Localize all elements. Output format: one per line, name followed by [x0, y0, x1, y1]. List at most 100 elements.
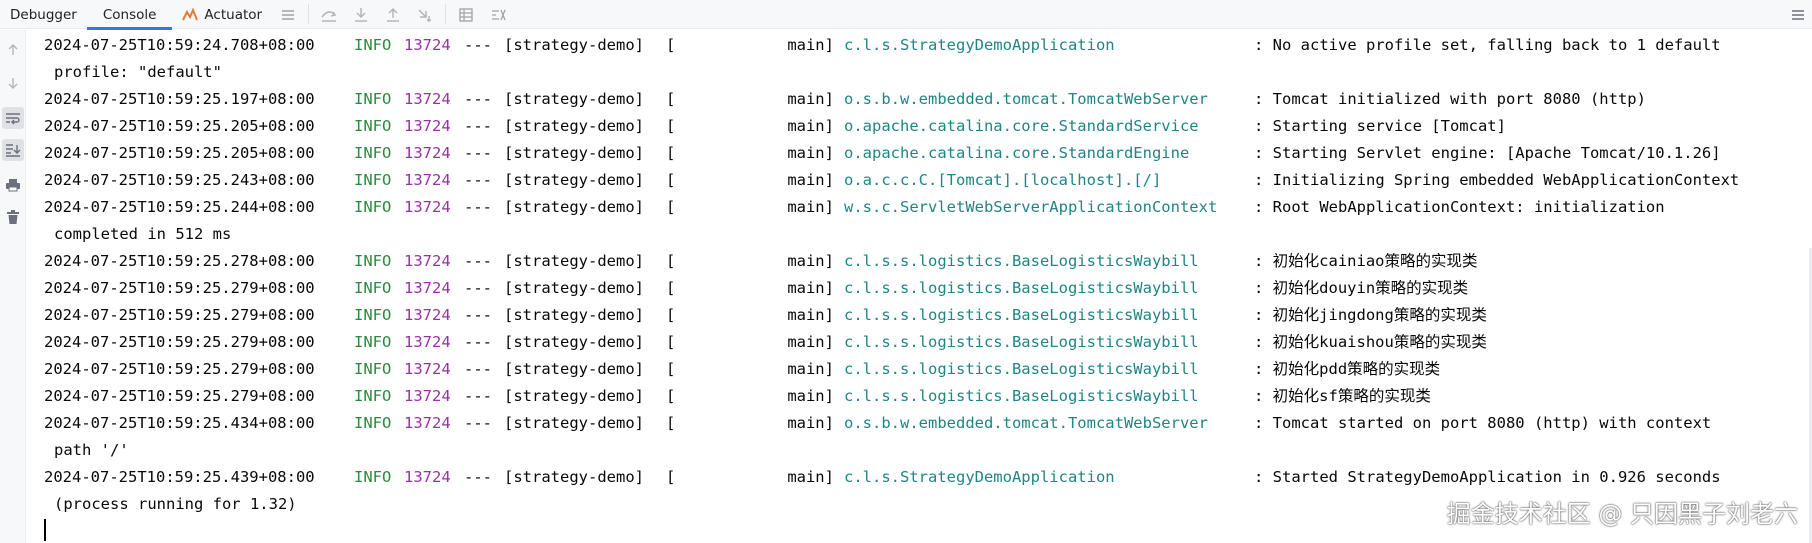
tab-debugger[interactable]: Debugger	[0, 0, 87, 29]
tab-label: Actuator	[204, 6, 263, 23]
log-thread: [ main]	[666, 90, 834, 108]
log-timestamp: 2024-07-25T10:59:25.243+08:00	[44, 171, 315, 189]
menu-icon[interactable]	[272, 0, 304, 29]
log-level: INFO	[354, 279, 392, 297]
log-app-name: [strategy-demo]	[504, 279, 644, 297]
log-app-name: [strategy-demo]	[504, 144, 644, 162]
log-line: 2024-07-25T10:59:24.708+08:00 INFO 13724 --…	[32, 32, 1792, 59]
log-app-name: [strategy-demo]	[504, 198, 644, 216]
log-level: INFO	[354, 360, 392, 378]
log-message: : Starting Servlet engine: [Apache Tomca…	[1254, 144, 1721, 162]
log-separator: ---	[464, 36, 492, 54]
log-pid: 13724	[404, 90, 451, 108]
step-out-icon[interactable]	[377, 0, 409, 29]
actuator-icon	[182, 6, 199, 23]
log-logger: c.l.s.s.logistics.BaseLogisticsWaybill	[844, 333, 1199, 351]
log-message: : Starting service [Tomcat]	[1254, 117, 1506, 135]
log-line-continuation: profile: "default"	[32, 59, 1792, 86]
log-separator: ---	[464, 279, 492, 297]
log-timestamp: 2024-07-25T10:59:25.244+08:00	[44, 198, 315, 216]
log-pid: 13724	[404, 36, 451, 54]
console-side-toolbar	[0, 30, 26, 543]
log-logger: o.apache.catalina.core.StandardService	[844, 117, 1199, 135]
log-pid: 13724	[404, 252, 451, 270]
soft-wrap-icon[interactable]	[2, 107, 24, 129]
log-pid: 13724	[404, 117, 451, 135]
log-separator: ---	[464, 468, 492, 486]
log-timestamp: 2024-07-25T10:59:25.279+08:00	[44, 279, 315, 297]
log-app-name: [strategy-demo]	[504, 306, 644, 324]
log-level: INFO	[354, 333, 392, 351]
log-separator: ---	[464, 144, 492, 162]
log-message: : 初始化jingdong策略的实现类	[1254, 306, 1487, 324]
log-logger: c.l.s.s.logistics.BaseLogisticsWaybill	[844, 387, 1199, 405]
log-app-name: [strategy-demo]	[504, 171, 644, 189]
down-arrow-icon[interactable]	[2, 72, 24, 94]
log-app-name: [strategy-demo]	[504, 90, 644, 108]
log-message: : Tomcat initialized with port 8080 (htt…	[1254, 90, 1646, 108]
log-timestamp: 2024-07-25T10:59:25.279+08:00	[44, 306, 315, 324]
log-level: INFO	[354, 468, 392, 486]
log-message-wrap: profile: "default"	[54, 63, 222, 81]
log-app-name: [strategy-demo]	[504, 333, 644, 351]
log-separator: ---	[464, 90, 492, 108]
log-timestamp: 2024-07-25T10:59:25.279+08:00	[44, 387, 315, 405]
log-app-name: [strategy-demo]	[504, 360, 644, 378]
trash-icon[interactable]	[2, 206, 24, 228]
log-line: 2024-07-25T10:59:25.279+08:00 INFO 13724 --…	[32, 302, 1792, 329]
log-pid: 13724	[404, 414, 451, 432]
log-message: : 初始化cainiao策略的实现类	[1254, 252, 1478, 270]
log-timestamp: 2024-07-25T10:59:25.279+08:00	[44, 360, 315, 378]
run-to-cursor-icon[interactable]	[409, 0, 441, 29]
log-separator: ---	[464, 306, 492, 324]
table-icon[interactable]	[450, 0, 482, 29]
step-into-icon[interactable]	[345, 0, 377, 29]
hide-window-icon[interactable]	[1786, 0, 1810, 29]
log-thread: [ main]	[666, 252, 834, 270]
log-thread: [ main]	[666, 333, 834, 351]
log-level: INFO	[354, 252, 392, 270]
tab-actuator[interactable]: Actuator	[172, 0, 272, 29]
up-arrow-icon[interactable]	[2, 39, 24, 61]
log-level: INFO	[354, 414, 392, 432]
log-pid: 13724	[404, 198, 451, 216]
log-level: INFO	[354, 36, 392, 54]
log-separator: ---	[464, 171, 492, 189]
log-line: 2024-07-25T10:59:25.205+08:00 INFO 13724 --…	[32, 140, 1792, 167]
toolbar-divider	[308, 4, 310, 24]
log-pid: 13724	[404, 468, 451, 486]
evaluate-icon[interactable]	[482, 0, 514, 29]
log-timestamp: 2024-07-25T10:59:24.708+08:00	[44, 36, 315, 54]
log-line: 2024-07-25T10:59:25.243+08:00 INFO 13724 --…	[32, 167, 1792, 194]
log-message-wrap: path '/'	[54, 441, 129, 459]
tab-console[interactable]: Console	[86, 0, 173, 30]
log-thread: [ main]	[666, 144, 834, 162]
scroll-to-end-icon[interactable]	[2, 139, 24, 161]
log-thread: [ main]	[666, 414, 834, 432]
log-pid: 13724	[404, 171, 451, 189]
log-line: 2024-07-25T10:59:25.279+08:00 INFO 13724 --…	[32, 383, 1792, 410]
log-line: 2024-07-25T10:59:25.205+08:00 INFO 13724 --…	[32, 113, 1792, 140]
log-thread: [ main]	[666, 387, 834, 405]
log-app-name: [strategy-demo]	[504, 252, 644, 270]
log-app-name: [strategy-demo]	[504, 117, 644, 135]
log-message: : 初始化douyin策略的实现类	[1254, 279, 1469, 297]
log-logger: o.s.b.w.embedded.tomcat.TomcatWebServer	[844, 90, 1208, 108]
log-logger: c.l.s.StrategyDemoApplication	[844, 468, 1115, 486]
log-level: INFO	[354, 306, 392, 324]
log-level: INFO	[354, 387, 392, 405]
log-level: INFO	[354, 90, 392, 108]
console-output[interactable]: 2024-07-25T10:59:24.708+08:00 INFO 13724 --…	[32, 32, 1792, 543]
log-logger: c.l.s.s.logistics.BaseLogisticsWaybill	[844, 306, 1199, 324]
log-logger: o.s.b.w.embedded.tomcat.TomcatWebServer	[844, 414, 1208, 432]
log-message: : 初始化kuaishou策略的实现类	[1254, 333, 1487, 351]
log-timestamp: 2024-07-25T10:59:25.205+08:00	[44, 117, 315, 135]
tool-window-tabbar: Debugger Console Actuator	[0, 0, 1812, 30]
log-level: INFO	[354, 144, 392, 162]
log-logger: w.s.c.ServletWebServerApplicationContext	[844, 198, 1218, 216]
log-timestamp: 2024-07-25T10:59:25.197+08:00	[44, 90, 315, 108]
log-pid: 13724	[404, 387, 451, 405]
print-icon[interactable]	[2, 174, 24, 196]
log-pid: 13724	[404, 144, 451, 162]
step-over-icon[interactable]	[313, 0, 345, 29]
